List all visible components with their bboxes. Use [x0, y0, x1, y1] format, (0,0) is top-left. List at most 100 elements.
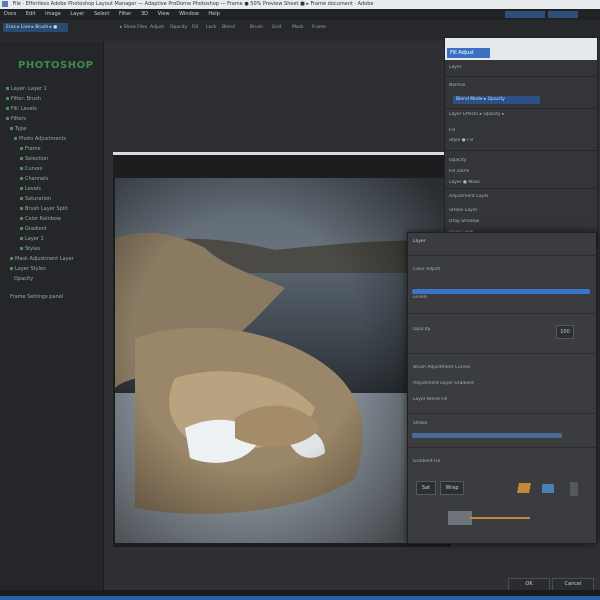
toolbar-item[interactable]: Fill: [192, 23, 198, 32]
bullet-icon: [14, 137, 17, 140]
divider: [408, 413, 596, 414]
bullet-icon: [20, 197, 23, 200]
toolbar-item[interactable]: ▸ Show Files: [120, 23, 147, 32]
image-icon[interactable]: [542, 484, 554, 493]
stroke-slider[interactable]: [412, 433, 562, 438]
dialog-row: Adjustment Layer Gradient: [413, 381, 474, 386]
divider: [408, 255, 596, 256]
list-item[interactable]: Layer Styles: [10, 266, 46, 272]
share-button[interactable]: [548, 11, 578, 18]
active-tool-tab[interactable]: Eras ▸ Live ▸ Brush ▸ ●: [3, 23, 68, 32]
toolbar-item[interactable]: Frame: [312, 23, 326, 32]
list-item[interactable]: Opacity: [14, 276, 33, 282]
list-item[interactable]: Frame: [20, 146, 41, 152]
window-title: File · Effortless Adobe Photoshop Layout…: [12, 1, 374, 7]
sat-button[interactable]: Sat: [416, 481, 436, 495]
toolbar-item[interactable]: Opacity: [170, 23, 187, 32]
list-item[interactable]: Filters: [6, 116, 26, 122]
property-row: Layer Effects ▸ Opacity ▸: [449, 112, 505, 117]
levels-slider[interactable]: [412, 289, 590, 294]
toolbar-item[interactable]: Lock: [206, 23, 216, 32]
bullet-icon: [6, 107, 9, 110]
bullet-icon: [10, 257, 13, 260]
property-row: Layer: [449, 65, 462, 70]
divider: [408, 353, 596, 354]
bullet-icon: [20, 157, 23, 160]
divider: [445, 188, 597, 189]
menu-3d[interactable]: 3D: [141, 11, 148, 17]
bullet-icon: [6, 87, 9, 90]
menu-window[interactable]: Window: [179, 11, 199, 17]
bullet-icon: [6, 117, 9, 120]
dialog-row: Layer Blend Fill: [413, 397, 448, 402]
toolbar-item[interactable]: Brush: [250, 23, 263, 32]
toolbar-item[interactable]: Adjust: [150, 23, 164, 32]
list-item[interactable]: Styles: [20, 246, 40, 252]
list-item[interactable]: Channels: [20, 176, 48, 182]
divider: [408, 313, 596, 314]
property-row: Style ● Fill: [449, 138, 474, 143]
brush-icon[interactable]: [516, 483, 532, 493]
bullet-icon: [10, 267, 13, 270]
property-row: Adjustment Layer: [449, 194, 489, 199]
bullet-icon: [20, 227, 23, 230]
bullet-icon: [20, 147, 23, 150]
property-row: Normal: [449, 83, 466, 88]
bullet-icon: [20, 167, 23, 170]
toolbar-item[interactable]: Mask: [292, 23, 304, 32]
bullet-icon: [20, 207, 23, 210]
dialog-row: Gradient Fill: [413, 459, 441, 464]
list-item[interactable]: Filter: Brush: [6, 96, 41, 102]
gradient-line: [470, 517, 530, 519]
menu-image[interactable]: Image: [45, 11, 61, 17]
menu-layer[interactable]: Layer: [70, 11, 84, 17]
workspace-button[interactable]: [505, 11, 545, 18]
list-item[interactable]: Mask Adjustment Layer: [10, 256, 74, 262]
dialog-row: Stroke: [413, 421, 428, 426]
layers-panel: PHOTOSHOP Layer: Layer 1 Filter: Brush F…: [0, 42, 104, 590]
bullet-icon: [10, 127, 13, 130]
list-item[interactable]: Saturation: [20, 196, 51, 202]
handle-icon[interactable]: [570, 482, 578, 496]
toolbar-item[interactable]: Grid: [272, 23, 281, 32]
bullet-icon: [20, 237, 23, 240]
list-item[interactable]: Layer 1: [20, 236, 44, 242]
menu-edit[interactable]: Edit: [26, 11, 36, 17]
divider: [445, 108, 597, 109]
opacity-value[interactable]: 100: [556, 325, 574, 339]
list-item[interactable]: Type: [10, 126, 26, 132]
list-item[interactable]: Brush Layer Split: [20, 206, 68, 212]
list-item[interactable]: Levels: [20, 186, 41, 192]
list-item[interactable]: Fill: Levels: [6, 106, 37, 112]
property-row: Drop Shadow: [449, 219, 480, 224]
property-row: Fill 100%: [449, 169, 470, 174]
list-item[interactable]: Frame Settings panel: [10, 294, 63, 300]
property-row: Layer ● Mask: [449, 180, 480, 185]
divider: [445, 76, 597, 77]
menu-filter[interactable]: Filter: [119, 11, 131, 17]
list-item[interactable]: Layer: Layer 1: [6, 86, 47, 92]
menu-docs[interactable]: Docs: [4, 11, 16, 17]
menu-bar: Docs Edit Image Layer Select Filter 3D V…: [0, 9, 600, 20]
blend-mode-field[interactable]: Blend Mode ▸ Opacity: [453, 96, 540, 104]
preview-icon: [448, 511, 472, 525]
title-bar: File · Effortless Adobe Photoshop Layout…: [0, 0, 600, 9]
list-item[interactable]: Curves: [20, 166, 42, 172]
menu-select[interactable]: Select: [94, 11, 109, 17]
document-photo[interactable]: [115, 178, 445, 543]
list-item[interactable]: Color Rainbow: [20, 216, 61, 222]
menu-help[interactable]: Help: [208, 11, 219, 17]
dialog-row: Levels: [413, 295, 428, 300]
wrap-button[interactable]: Wrap: [440, 481, 464, 495]
divider: [408, 447, 596, 448]
list-item[interactable]: Gradient: [20, 226, 47, 232]
property-row: Opacity: [449, 158, 467, 163]
bullet-icon: [20, 187, 23, 190]
menu-view[interactable]: View: [158, 11, 170, 17]
bullet-icon: [6, 97, 9, 100]
panel-tab[interactable]: Fill Adjust: [447, 48, 490, 58]
list-item[interactable]: Selection: [20, 156, 48, 162]
toolbar-item[interactable]: Blend: [222, 23, 235, 32]
dialog-row: Opacity: [413, 327, 431, 332]
list-item[interactable]: Photo Adjustments: [14, 136, 66, 142]
